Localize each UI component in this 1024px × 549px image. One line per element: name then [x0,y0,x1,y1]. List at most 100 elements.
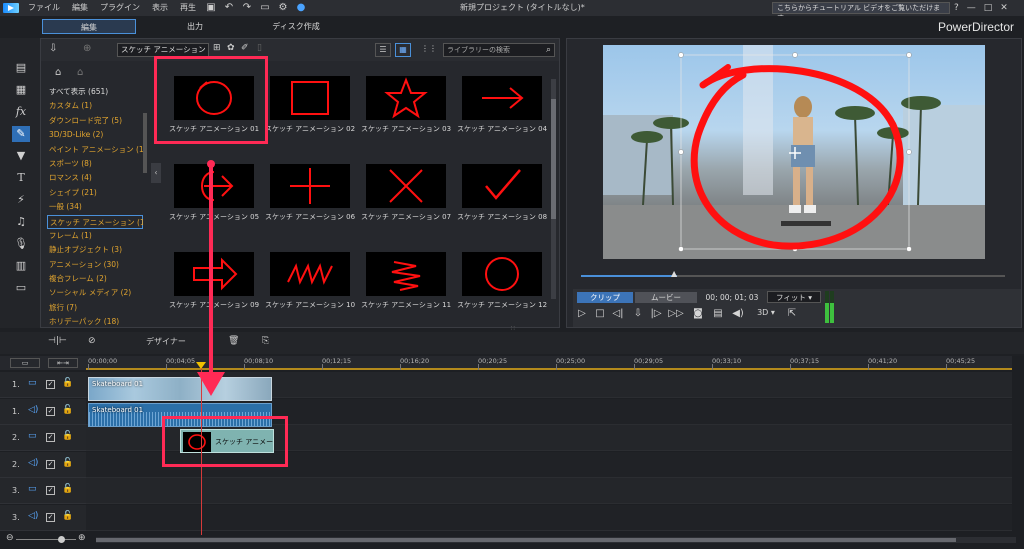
template-room-icon[interactable]: ▦ [12,82,30,98]
video-track-header[interactable]: 3. ▭ ✓ 🔓 [0,478,86,504]
lock-icon[interactable]: 🔓 [62,458,73,468]
audio-track-header[interactable]: 1. ◁) ✓ 🔓 [0,398,86,425]
timecode-display[interactable]: 00; 00; 01; 03 [701,292,763,303]
sticker-thumbnail[interactable] [270,76,350,120]
library-scrollbar[interactable] [551,79,556,299]
resize-grip[interactable]: ∷ [511,325,515,332]
category-item[interactable]: スケッチ アニメーション (14) [47,214,143,229]
list-view-button[interactable]: ☰ [375,43,391,57]
tab-edit[interactable]: 編集 [42,19,136,34]
sticker-room-icon[interactable]: ✎ [12,126,30,142]
import-icon[interactable]: ⇩ [49,43,57,54]
zoom-in-icon[interactable]: ⊕ [78,533,86,543]
fast-forward-icon[interactable]: ▷▷ [667,308,685,319]
playhead-marker-icon[interactable] [196,362,206,369]
library-search-input[interactable]: ライブラリーの検索 ⌕ [443,43,555,57]
account-icon[interactable]: ● [294,1,308,15]
category-item[interactable]: 旅行 (7) [47,301,143,315]
timeline-zoom-slider[interactable]: ⊖ ⊕ [6,533,86,545]
lock-icon[interactable]: 🔓 [62,511,73,521]
insert-track-icon[interactable]: ⊣|⊢ [48,336,67,346]
undock-icon[interactable]: ⇱ [783,308,801,319]
lock-icon[interactable]: 🔓 [62,405,73,415]
tab-disc-creation[interactable]: ディスク作成 [266,19,326,34]
category-item[interactable]: ソーシャル メディア (2) [47,286,143,300]
sticker-thumbnail[interactable] [462,252,542,296]
scrubber-knob-icon[interactable]: ▲ [671,269,677,278]
stop-icon[interactable]: □ [591,308,609,319]
sticker-thumbnail[interactable] [462,76,542,120]
category-select[interactable]: スケッチ アニメーション [117,43,209,57]
designer-button[interactable]: デザイナー [146,336,186,347]
volume-icon[interactable]: ◀) [729,308,747,319]
fit-timeline-button[interactable]: ⇤⇥ [48,358,78,368]
menu-file[interactable]: ファイル [22,0,66,16]
lock-icon[interactable]: 🔓 [62,431,73,441]
next-frame-icon[interactable]: |▷ [647,308,665,319]
3d-mode-button[interactable]: 3D ▾ [753,308,779,317]
category-item[interactable]: スポーツ (8) [47,157,143,171]
chapter-icon[interactable]: ▥ [12,258,30,274]
clip-mode-button[interactable]: クリップ [577,292,633,303]
category-item[interactable]: 静止オブジェクト (3) [47,243,143,257]
track-enable-checkbox[interactable]: ✓ [46,486,55,495]
download-icon[interactable]: ⊕ [83,43,91,54]
category-item[interactable]: ホリデーパック (18) [47,315,143,325]
media-room-icon[interactable]: ▤ [12,60,30,76]
play-icon[interactable]: ▷ [573,308,591,319]
resolution-icon[interactable]: ▭ [258,1,272,15]
sticker-thumbnail[interactable] [174,164,254,208]
tutorial-banner[interactable]: こちらからチュートリアル ビデオをご覧いただけます。 [772,2,950,22]
tag-icon[interactable]: ⌂ [55,67,61,78]
sticker-thumbnail[interactable] [174,252,254,296]
video-clip[interactable]: Skateboard 01 [88,377,272,401]
zoom-fit-select[interactable]: フィット ▾ [767,291,821,303]
sticker-thumbnail[interactable] [366,164,446,208]
category-item[interactable]: ペイント アニメーション (10) [47,143,143,157]
maximize-icon[interactable]: □ [984,3,993,13]
snapshot-camera-icon[interactable]: ◙ [689,308,707,319]
produce-icon[interactable]: ⎘ [262,336,269,346]
timeline-scrollbar[interactable] [96,537,1016,543]
track-enable-checkbox[interactable]: ✓ [46,433,55,442]
minimize-icon[interactable]: — [967,3,976,13]
track-enable-checkbox[interactable]: ✓ [46,512,55,522]
tab-output[interactable]: 出力 [180,19,210,34]
category-item[interactable]: アニメーション (30) [47,258,143,272]
category-item[interactable]: カスタム (1) [47,99,143,113]
lock-icon[interactable]: 🔓 [62,484,73,494]
category-item[interactable]: ダウンロード完了 (5) [47,114,143,128]
sticker-thumbnail[interactable] [270,252,350,296]
mark-in-icon[interactable]: ⇩ [629,308,647,319]
subtitle-icon[interactable]: ▤ [709,308,727,319]
video-track-header[interactable]: 2. ▭ ✓ 🔓 [0,425,86,451]
menu-playback[interactable]: 再生 [174,0,202,16]
category-item[interactable]: 一般 (34) [47,200,143,214]
menu-plugins[interactable]: プラグイン [94,0,146,16]
paint-designer-icon[interactable]: ✿ [227,43,235,53]
category-item[interactable]: 3D/3D-Like (2) [47,128,143,142]
movie-mode-button[interactable]: ムービー [635,292,697,303]
sticker-thumbnail[interactable] [366,252,446,296]
track-enable-checkbox[interactable]: ✓ [46,406,55,416]
video-preview[interactable] [603,45,985,259]
category-scrollbar[interactable] [143,113,147,173]
save-icon[interactable]: ▣ [204,1,218,15]
previous-frame-icon[interactable]: ◁| [609,308,627,319]
lock-icon[interactable]: 🔓 [62,378,73,388]
remove-tag-icon[interactable]: ⌂ [77,67,83,78]
subtitle-icon[interactable]: ▭ [12,280,30,296]
sticker-thumbnail[interactable] [270,164,350,208]
close-icon[interactable]: ✕ [1000,3,1008,13]
audio-track-header[interactable]: 2. ◁) ✓ 🔓 [0,451,86,478]
category-item[interactable]: ロマンス (4) [47,171,143,185]
settings-gear-icon[interactable]: ⚙ [276,1,290,15]
sticker-thumbnail[interactable] [366,76,446,120]
sticker-thumbnail[interactable] [462,164,542,208]
track-enable-checkbox[interactable]: ✓ [46,380,55,389]
brush-icon[interactable]: ✐ [241,43,249,53]
new-sticker-icon[interactable]: ⊞ [213,43,221,53]
help-icon[interactable]: ? [954,3,959,13]
undo-icon[interactable]: ↶ [222,1,236,15]
timeline-ruler[interactable]: 00;00;00 00;04;05 00;08;10 00;12;15 00;16;20… [86,356,1012,370]
